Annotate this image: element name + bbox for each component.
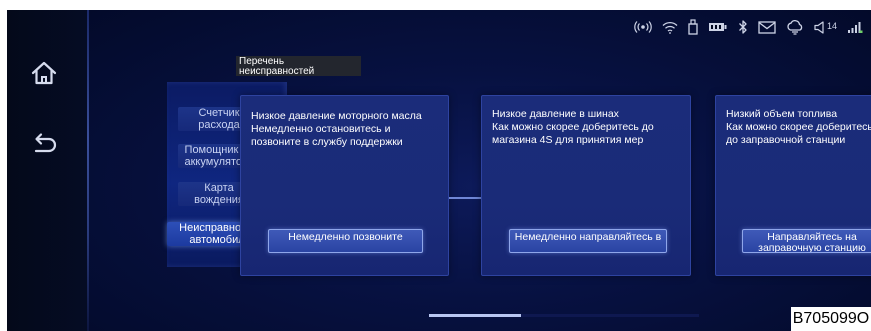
home-icon	[31, 61, 57, 85]
call-now-button[interactable]: Немедленно позвоните	[268, 229, 423, 253]
wifi-icon	[662, 21, 678, 34]
fault-description: Низкое давление моторного масла Немедлен…	[251, 110, 422, 148]
go-to-4s-button[interactable]: Немедленно направляйтесь в	[509, 229, 667, 253]
back-icon	[34, 133, 57, 153]
button-label: Направляйтесь на заправочную станцию	[758, 231, 866, 253]
back-button[interactable]	[29, 130, 59, 160]
volume-icon: 14	[814, 20, 837, 34]
fault-description: Низкое давление в шинах Как можно скорее…	[492, 108, 654, 146]
button-label: Немедленно направляйтесь в	[514, 231, 662, 243]
fault-card-low-fuel: Низкий объем топлива Как можно скорее до…	[715, 95, 871, 276]
horizontal-scrollbar[interactable]	[429, 314, 699, 317]
cloud-icon	[786, 19, 804, 35]
watermark: B705099O	[791, 307, 871, 331]
car-display-screen: 14 Перечень неисправностей Счетчик расхо…	[7, 10, 871, 331]
battery-icon	[708, 21, 728, 33]
main-content: 14 Перечень неисправностей Счетчик расхо…	[89, 10, 871, 331]
mail-icon	[758, 20, 776, 34]
fault-card-oil-pressure: Низкое давление моторного масла Немедлен…	[240, 95, 449, 276]
fault-description: Низкий объем топлива Как можно скорее до…	[726, 108, 871, 146]
card-connector	[449, 197, 481, 199]
usb-icon	[688, 19, 698, 35]
cellular-signal-icon	[847, 21, 863, 34]
bluetooth-icon	[738, 19, 748, 35]
button-label: Немедленно позвоните	[288, 231, 403, 243]
go-to-gas-station-button[interactable]: Направляйтесь на заправочную станцию	[742, 229, 871, 253]
left-rail	[7, 10, 87, 331]
status-bar: 14	[634, 14, 863, 40]
page-title: Перечень неисправностей	[236, 56, 361, 76]
scrollbar-thumb[interactable]	[429, 314, 521, 317]
radio-signal-icon	[634, 20, 652, 34]
home-button[interactable]	[29, 58, 59, 88]
fault-card-tire-pressure: Низкое давление в шинах Как можно скорее…	[481, 95, 691, 276]
volume-level: 14	[826, 21, 837, 31]
